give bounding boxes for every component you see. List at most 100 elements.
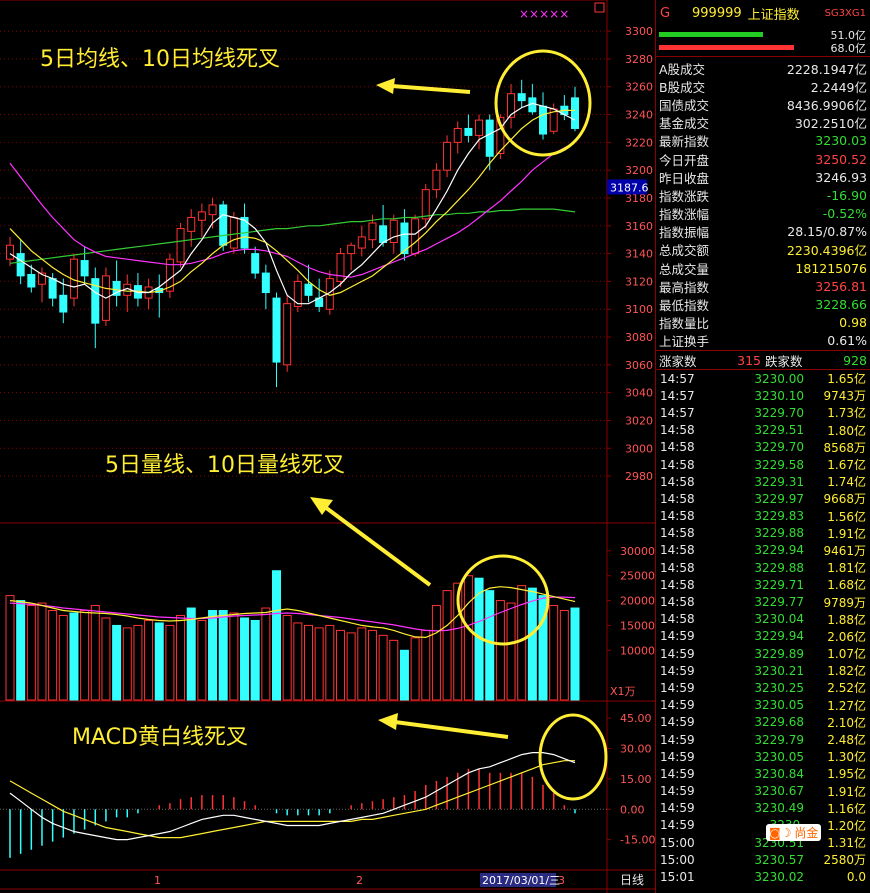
candle-body <box>251 253 260 274</box>
tick-price: 3230.25 <box>754 680 804 695</box>
candle-body <box>272 297 281 363</box>
stat-row: 昨日收盘 3246.93 <box>656 168 870 186</box>
up-count-label: 涨家数 <box>659 353 697 369</box>
tick-row: 14:58 3229.70 8568万 <box>656 439 870 456</box>
stat-row: 今日开盘 3250.52 <box>656 150 870 168</box>
volume-bar <box>197 619 207 701</box>
tick-price: 3229.97 <box>754 491 804 506</box>
candle-body <box>197 211 206 221</box>
tick-volume: 1.56亿 <box>827 509 866 524</box>
tick-volume: 1.91亿 <box>827 784 866 799</box>
candle-body <box>389 219 398 243</box>
tick-price: 3230.04 <box>754 612 804 627</box>
tick-price: 3230.84 <box>754 766 804 781</box>
macd-tick-label: 30.00 <box>620 743 652 756</box>
volume-bar <box>208 610 218 701</box>
tick-price: 3229.94 <box>754 629 804 644</box>
tick-row: 14:59 3230.05 1.30亿 <box>656 748 870 765</box>
volume-bar <box>346 632 356 701</box>
volume-bar <box>229 612 239 701</box>
stat-row: B股成交 2.2449亿 <box>656 77 870 95</box>
tick-row: 14:59 3230.84 1.95亿 <box>656 765 870 782</box>
volume-bar <box>37 602 47 701</box>
tick-price: 3230.49 <box>754 801 804 816</box>
tick-row: 14:57 3229.70 1.73亿 <box>656 404 870 421</box>
quote-header: G 999999 上证指数 SG3XG1 <box>656 0 870 26</box>
tick-volume: 1.67亿 <box>827 458 866 473</box>
down-strength-bar <box>659 45 794 50</box>
kline-chart-area[interactable]: 3300328032603240322032003180316031403120… <box>0 0 655 893</box>
tick-volume: 1.73亿 <box>827 406 866 421</box>
market-code: G <box>660 5 671 21</box>
price-tick-label: 3300 <box>625 25 653 38</box>
tick-row: 14:59 3229.68 2.10亿 <box>656 714 870 731</box>
tick-volume: 1.88亿 <box>827 612 866 627</box>
candle-body <box>261 272 270 294</box>
tick-price: 3230.02 <box>754 870 804 885</box>
volume-bar <box>5 595 15 701</box>
candle-body <box>379 225 388 243</box>
volume-bar <box>495 600 505 701</box>
candle-body <box>293 280 302 307</box>
stat-value: 302.2510亿 <box>794 116 867 132</box>
stat-row: 总成交额 2230.4396亿 <box>656 241 870 259</box>
volume-bar <box>16 600 26 701</box>
volume-bar <box>165 624 175 701</box>
stats-list: A股成交 2228.1947亿 B股成交 2.2449亿 国债成交 8436.9906亿基… <box>656 56 870 350</box>
tick-list[interactable]: 14:57 3230.00 1.65亿 14:57 3230.10 9743万 14:57 3… <box>656 370 870 886</box>
stat-row: 基金成交 302.2510亿 <box>656 114 870 132</box>
stat-label: 今日开盘 <box>659 152 710 168</box>
tick-time: 14:58 <box>660 560 695 575</box>
candle-body <box>571 97 579 129</box>
stat-row: 指数涨跌 -16.90 <box>656 186 870 204</box>
price-pane[interactable] <box>6 79 579 388</box>
volume-bar <box>261 607 271 701</box>
tick-price: 3229.70 <box>754 440 804 455</box>
stat-row: 指数振幅 28.15/0.87% <box>656 223 870 241</box>
stat-value: 3228.66 <box>815 297 867 313</box>
volume-bar <box>282 614 292 701</box>
tick-row: 15:00 3230.57 2580万 <box>656 851 870 868</box>
volume-bar <box>367 629 377 701</box>
candle-body <box>208 204 217 216</box>
date-label: 2 <box>356 874 363 887</box>
tick-row: 14:59 3229.89 1.07亿 <box>656 645 870 662</box>
volume-bar <box>154 622 164 701</box>
expand-icon[interactable] <box>594 2 605 13</box>
volume-bar <box>293 622 303 701</box>
price-tick-label: 3120 <box>625 275 653 288</box>
stat-value: 3256.81 <box>815 278 867 294</box>
stat-row: A股成交 2228.1947亿 <box>656 59 870 77</box>
period-label[interactable]: 日线 <box>620 873 644 887</box>
tick-price: 3230.05 <box>754 698 804 713</box>
tick-price: 3229.71 <box>754 577 804 592</box>
price-tick-label: 3220 <box>625 136 653 149</box>
volume-bar <box>335 629 345 701</box>
tick-volume: 0.0 <box>846 870 866 885</box>
tick-row: 14:59 3230.05 1.27亿 <box>656 697 870 714</box>
date-badge: 2017/03/01/三 <box>482 874 560 887</box>
candle-body <box>48 278 57 299</box>
macd-pane[interactable] <box>0 752 607 858</box>
price-tick-label: 3140 <box>625 248 653 261</box>
tick-time: 14:59 <box>660 732 695 747</box>
tick-volume: 9743万 <box>823 389 866 404</box>
candle-body <box>229 216 238 249</box>
stat-value: 3250.52 <box>815 151 867 167</box>
tick-time: 14:58 <box>660 491 695 506</box>
tick-row: 14:58 3229.51 1.80亿 <box>656 422 870 439</box>
date-label: 1 <box>154 874 161 887</box>
price-tick-label: 3260 <box>625 81 653 94</box>
tick-row: 14:58 3229.97 9668万 <box>656 490 870 507</box>
tick-time: 14:59 <box>660 818 695 833</box>
stat-value: 0.61% <box>827 333 867 349</box>
volume-bar <box>549 605 559 701</box>
price-tick-label: 3040 <box>625 387 653 400</box>
volume-pane[interactable] <box>5 570 580 701</box>
tick-row: 14:58 3229.71 1.68亿 <box>656 576 870 593</box>
candle-body <box>283 303 292 366</box>
stat-label: 最低指数 <box>659 298 710 314</box>
symbol-name: 上证指数 <box>747 7 800 23</box>
tick-price: 3229.58 <box>754 457 804 472</box>
tick-volume: 1.16亿 <box>827 801 866 816</box>
